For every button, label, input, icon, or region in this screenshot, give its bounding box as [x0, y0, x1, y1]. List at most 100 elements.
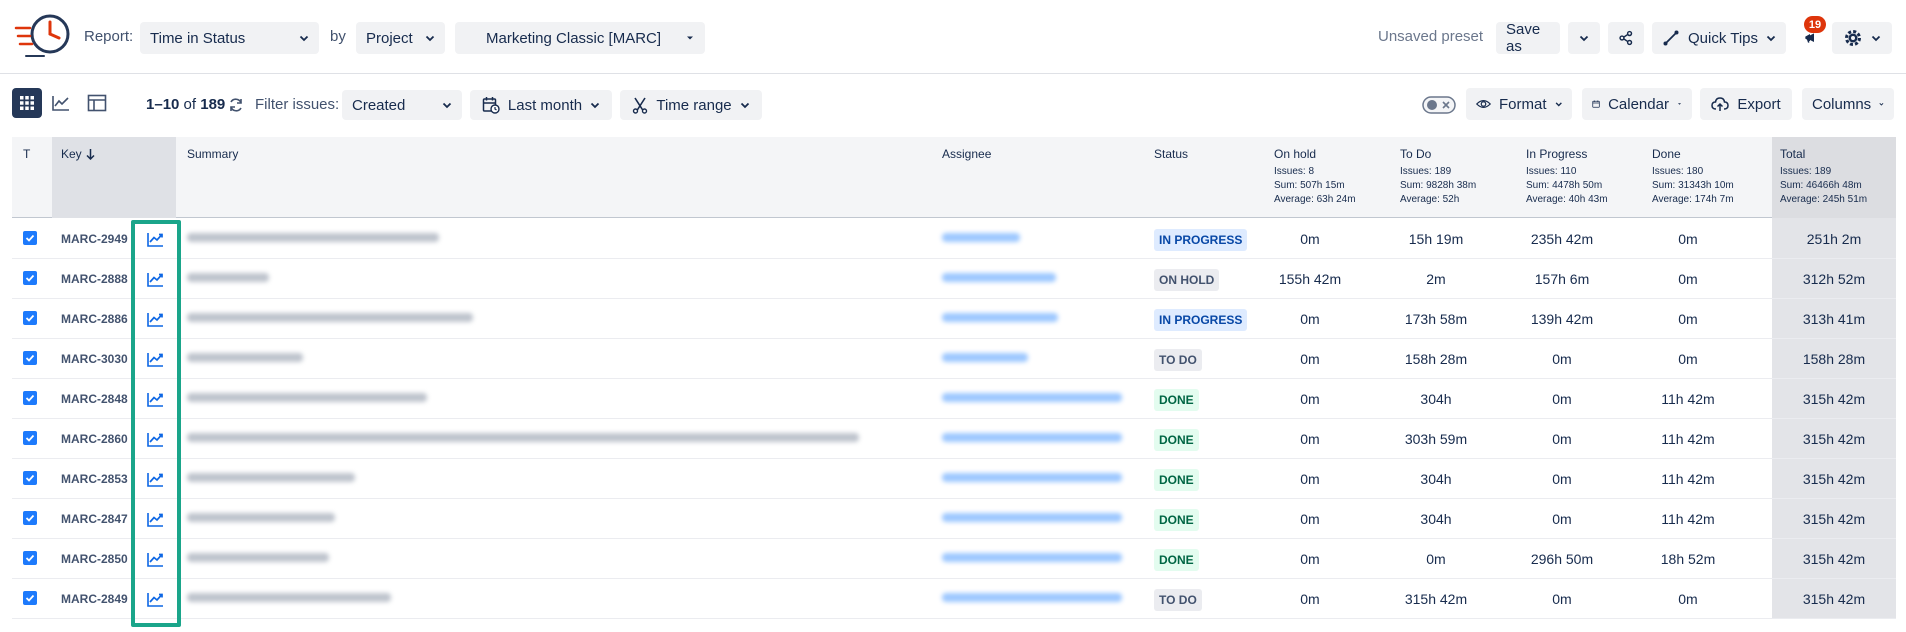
table-row[interactable]: MARC-3030 TO DO 0m 158h 28m 0m 0m 158h 28m [12, 339, 1896, 379]
duration-done: 0m [1678, 271, 1698, 287]
row-checkbox[interactable] [23, 591, 37, 605]
trend-chart-icon[interactable] [145, 469, 165, 489]
header-done[interactable]: Done Issues: 180 Sum: 31343h 10m Average… [1652, 147, 1734, 207]
filter-select[interactable]: Created [342, 90, 462, 120]
duration-to-do: 304h [1420, 471, 1452, 487]
table-row[interactable]: MARC-2847 DONE 0m 304h 0m 11h 42m 315h 42m [12, 499, 1896, 539]
header-assignee[interactable]: Assignee [942, 147, 991, 161]
header-total[interactable]: Total Issues: 189 Sum: 46466h 48m Averag… [1780, 147, 1867, 207]
calendar-clock-icon [482, 97, 500, 114]
row-checkbox[interactable] [23, 311, 37, 325]
issue-key[interactable]: MARC-2886 [61, 312, 128, 326]
toggle-switch[interactable] [1422, 96, 1456, 114]
duration-done: 0m [1678, 231, 1698, 247]
row-checkbox[interactable] [23, 351, 37, 365]
row-checkbox[interactable] [23, 551, 37, 565]
row-checkbox[interactable] [23, 471, 37, 485]
issue-key[interactable]: MARC-2888 [61, 272, 128, 286]
duration-done: 0m [1678, 311, 1698, 327]
header-to-do[interactable]: To Do Issues: 189 Sum: 9828h 38m Average… [1400, 147, 1476, 207]
date-range-button[interactable]: Last month [470, 90, 612, 120]
trend-chart-icon[interactable] [145, 589, 165, 609]
time-range-button[interactable]: Time range [620, 90, 762, 120]
chevron-down-icon [590, 102, 600, 109]
table-row[interactable]: MARC-2848 DONE 0m 304h 0m 11h 42m 315h 42m [12, 379, 1896, 419]
header-key-label: Key [61, 147, 82, 161]
table-row[interactable]: MARC-2850 DONE 0m 0m 296h 50m 18h 52m 315h 42m [12, 539, 1896, 579]
pivot-view-button[interactable] [82, 88, 112, 118]
share-button[interactable] [1608, 22, 1644, 54]
calendar-label: Calendar [1608, 95, 1669, 113]
issue-key[interactable]: MARC-2850 [61, 552, 128, 566]
issue-key[interactable]: MARC-2847 [61, 512, 128, 526]
header-type[interactable]: T [23, 147, 30, 161]
table-row[interactable]: MARC-2853 DONE 0m 304h 0m 11h 42m 315h 42m [12, 459, 1896, 499]
table-row[interactable]: MARC-2888 ON HOLD 155h 42m 2m 157h 6m 0m 312h … [12, 259, 1896, 299]
save-as-menu-button[interactable] [1568, 22, 1600, 54]
duration-in-progress: 0m [1552, 591, 1572, 607]
path-icon [1663, 30, 1679, 46]
chevron-down-icon [1555, 102, 1562, 107]
duration-on-hold: 0m [1300, 471, 1320, 487]
refresh-icon[interactable] [228, 97, 244, 113]
header-status[interactable]: Status [1154, 147, 1188, 161]
format-button[interactable]: Format [1466, 88, 1572, 120]
duration-done: 18h 52m [1660, 551, 1716, 567]
trend-chart-icon[interactable] [145, 349, 165, 369]
assignee-redacted [942, 553, 1122, 562]
on-hold-average: Average: 63h 24m [1274, 194, 1356, 205]
trend-chart-icon[interactable] [145, 229, 165, 249]
header-summary[interactable]: Summary [187, 147, 238, 161]
row-checkbox[interactable] [23, 431, 37, 445]
export-button[interactable]: Export [1700, 88, 1792, 120]
row-checkbox[interactable] [23, 231, 37, 245]
table-header: T Key Summary Assignee Status On hold Is… [12, 137, 1896, 218]
duration-in-progress: 139h 42m [1530, 311, 1594, 327]
done-sum: Sum: 31343h 10m [1652, 180, 1734, 191]
issue-key[interactable]: MARC-2848 [61, 392, 128, 406]
project-select[interactable]: Marketing Classic [MARC] [455, 22, 705, 54]
table-row[interactable]: MARC-2860 DONE 0m 303h 59m 0m 11h 42m 315h 42m [12, 419, 1896, 459]
report-select[interactable]: Time in Status [140, 22, 319, 54]
save-as-button[interactable]: Save as [1496, 21, 1560, 55]
chart-view-button[interactable] [46, 88, 76, 118]
trend-chart-icon[interactable] [145, 509, 165, 529]
row-checkbox[interactable] [23, 511, 37, 525]
header-on-hold[interactable]: On hold Issues: 8 Sum: 507h 15m Average:… [1274, 147, 1356, 207]
trend-chart-icon[interactable] [145, 269, 165, 289]
range-dash: – [154, 96, 163, 113]
row-checkbox[interactable] [23, 391, 37, 405]
total-title: Total [1780, 147, 1806, 161]
summary-redacted [187, 473, 355, 482]
settings-button[interactable] [1832, 22, 1892, 54]
trend-chart-icon[interactable] [145, 389, 165, 409]
grid-view-button[interactable] [12, 88, 42, 118]
columns-button[interactable]: Columns [1802, 88, 1894, 120]
header-key[interactable]: Key [61, 147, 95, 161]
issue-key[interactable]: MARC-3030 [61, 352, 128, 366]
row-checkbox[interactable] [23, 271, 37, 285]
duration-on-hold: 0m [1300, 351, 1320, 367]
table-row[interactable]: MARC-2849 TO DO 0m 315h 42m 0m 0m 315h 42m [12, 579, 1896, 619]
trend-chart-icon[interactable] [145, 429, 165, 449]
issue-key[interactable]: MARC-2853 [61, 472, 128, 486]
status-badge: DONE [1154, 509, 1199, 531]
table-row[interactable]: MARC-2886 IN PROGRESS 0m 173h 58m 139h 42m 0m… [12, 299, 1896, 339]
table-row[interactable]: MARC-2949 IN PROGRESS 0m 15h 19m 235h 42m 0m 2… [12, 219, 1896, 259]
issue-key[interactable]: MARC-2949 [61, 232, 128, 246]
issue-key[interactable]: MARC-2860 [61, 432, 128, 446]
calendar-button[interactable]: Calendar [1582, 88, 1692, 120]
assignee-redacted [942, 273, 1056, 282]
group-by-select[interactable]: Project [356, 22, 445, 54]
header-in-progress[interactable]: In Progress Issues: 110 Sum: 4478h 50m A… [1526, 147, 1608, 207]
issue-key[interactable]: MARC-2849 [61, 592, 128, 606]
duration-in-progress: 157h 6m [1534, 271, 1590, 287]
trend-chart-icon[interactable] [145, 549, 165, 569]
check-icon [25, 514, 35, 522]
duration-total: 315h 42m [1802, 551, 1866, 567]
duration-on-hold: 0m [1300, 231, 1320, 247]
total-sum: Sum: 46466h 48m [1780, 180, 1862, 191]
quick-tips-button[interactable]: Quick Tips [1652, 22, 1786, 54]
in-progress-average: Average: 40h 43m [1526, 194, 1608, 205]
trend-chart-icon[interactable] [145, 309, 165, 329]
